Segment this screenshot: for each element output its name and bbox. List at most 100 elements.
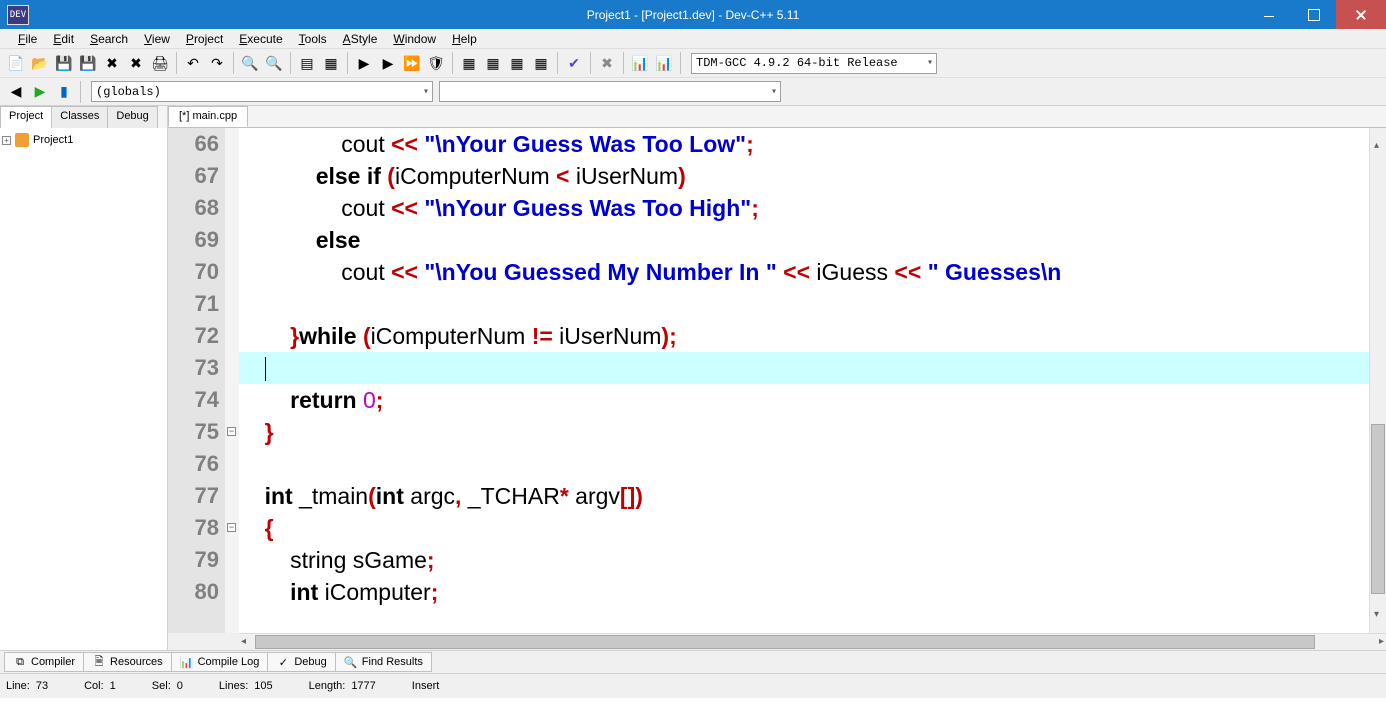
sidebar-tab-debug[interactable]: Debug <box>107 106 157 128</box>
fold-column: −− <box>225 128 239 633</box>
debug-check-icon[interactable]: ✔ <box>563 52 585 74</box>
menu-bar: FileEditSearchViewProjectExecuteToolsASt… <box>0 29 1386 49</box>
compile-run-icon[interactable]: ⏩ <box>401 52 423 74</box>
menu-astyle[interactable]: AStyle <box>335 30 386 48</box>
horizontal-scrollbar[interactable] <box>239 633 1386 650</box>
grid3-icon[interactable]: ▦ <box>506 52 528 74</box>
output-tab-compiler[interactable]: ⧉Compiler <box>4 652 84 672</box>
code-line[interactable]: cout << "\nYou Guessed My Number In " <<… <box>239 256 1369 288</box>
tree-root[interactable]: + Project1 <box>2 132 165 148</box>
replace-icon[interactable]: 🔍 <box>263 52 285 74</box>
menu-edit[interactable]: Edit <box>45 30 82 48</box>
tab-label: Resources <box>110 656 163 668</box>
toolbar-separator <box>590 52 591 74</box>
toolbar-main: 📄 📂 💾 💾 ✖ ✖ 🖨 ↶ ↷ 🔍 🔍 ▤ ▦ ▶ ▶ ⏩ 🛡 ▦ ▦ ▦ … <box>0 49 1386 78</box>
hscroll-row <box>168 633 1386 650</box>
compiler-select[interactable]: TDM-GCC 4.9.2 64-bit Release <box>691 53 937 74</box>
minimize-button[interactable] <box>1246 0 1291 29</box>
goto-bookmark-icon[interactable]: ▦ <box>320 52 342 74</box>
find-icon[interactable]: 🔍 <box>239 52 261 74</box>
code-line[interactable]: int iComputer; <box>239 576 1369 608</box>
close-file-icon[interactable]: ✖ <box>101 52 123 74</box>
menu-help[interactable]: Help <box>444 30 485 48</box>
code-line[interactable] <box>239 288 1369 320</box>
print-icon[interactable]: 🖨 <box>149 52 171 74</box>
menu-window[interactable]: Window <box>385 30 444 48</box>
editor: [*] main.cpp 666768697071727374757677787… <box>168 106 1386 650</box>
hscroll-pad <box>168 633 239 650</box>
fold-icon[interactable]: − <box>227 427 236 436</box>
compile-icon[interactable]: ▶ <box>353 52 375 74</box>
close-button[interactable] <box>1336 0 1386 29</box>
code-line[interactable]: { <box>239 512 1369 544</box>
project-tree[interactable]: + Project1 <box>0 128 167 650</box>
code-line[interactable]: else if (iComputerNum < iUserNum) <box>239 160 1369 192</box>
member-select[interactable] <box>439 81 781 102</box>
code-content[interactable]: cout << "\nYour Guess Was Too Low"; else… <box>239 128 1369 633</box>
menu-view[interactable]: View <box>136 30 178 48</box>
maximize-button[interactable] <box>1291 0 1336 29</box>
sidebar-tabs: ProjectClassesDebug <box>0 106 167 128</box>
output-tab-resources[interactable]: 🗎 Resources <box>83 652 172 672</box>
menu-tools[interactable]: Tools <box>291 30 335 48</box>
menu-file[interactable]: File <box>10 30 45 48</box>
menu-search[interactable]: Search <box>82 30 136 48</box>
delete-profile-icon[interactable]: 📊 <box>653 52 675 74</box>
undo-icon[interactable]: ↶ <box>182 52 204 74</box>
code-line[interactable]: int _tmain(int argc, _TCHAR* argv[]) <box>239 480 1369 512</box>
code-line[interactable]: } <box>239 416 1369 448</box>
scroll-thumb[interactable] <box>255 635 1315 649</box>
open-icon[interactable]: 📂 <box>29 52 51 74</box>
nav-back-icon[interactable]: ◀ <box>5 81 27 103</box>
toggle-bookmark-icon[interactable]: ▤ <box>296 52 318 74</box>
output-tabs: ⧉Compiler 🗎 Resources 📊Compile Log✓Debug🔍Fi… <box>0 650 1386 673</box>
code-line[interactable]: cout << "\nYour Guess Was Too High"; <box>239 192 1369 224</box>
code-line[interactable] <box>239 448 1369 480</box>
scroll-thumb[interactable] <box>1371 424 1385 594</box>
code-line[interactable]: else <box>239 224 1369 256</box>
status-sel: Sel:0 <box>152 680 183 692</box>
grid4-icon[interactable]: ▦ <box>530 52 552 74</box>
run-icon[interactable]: ▶ <box>377 52 399 74</box>
output-tab-find-results[interactable]: 🔍Find Results <box>335 652 432 672</box>
save-all-icon[interactable]: 💾 <box>77 52 99 74</box>
code-line[interactable] <box>239 352 1369 384</box>
code-line[interactable]: cout << "\nYour Guess Was Too Low"; <box>239 128 1369 160</box>
text-cursor <box>265 357 266 381</box>
code-line[interactable]: }while (iComputerNum != iUserNum); <box>239 320 1369 352</box>
title-bar: DEV Project1 - [Project1.dev] - Dev-C++ … <box>0 0 1386 29</box>
status-line: Line:73 <box>6 680 48 692</box>
grid2-icon[interactable]: ▦ <box>482 52 504 74</box>
nav-fwd-icon[interactable]: ▶ <box>29 81 51 103</box>
rebuild-icon[interactable]: 🛡 <box>425 52 447 74</box>
menu-project[interactable]: Project <box>178 30 231 48</box>
status-col: Col:1 <box>84 680 116 692</box>
toolbar-separator <box>80 81 81 103</box>
output-tab-compile-log[interactable]: 📊Compile Log <box>171 652 269 672</box>
output-tab-debug[interactable]: ✓Debug <box>267 652 335 672</box>
menu-execute[interactable]: Execute <box>231 30 290 48</box>
save-icon[interactable]: 💾 <box>53 52 75 74</box>
fold-icon[interactable]: − <box>227 523 236 532</box>
sidebar-tab-classes[interactable]: Classes <box>51 106 108 128</box>
tab-icon: 🗎 <box>92 655 106 669</box>
code-editor[interactable]: 666768697071727374757677787980 −− cout <… <box>168 128 1386 633</box>
expand-icon[interactable]: + <box>2 136 11 145</box>
grid-icon[interactable]: ▦ <box>458 52 480 74</box>
window-title: Project1 - [Project1.dev] - Dev-C++ 5.11 <box>0 8 1386 22</box>
vertical-scrollbar[interactable] <box>1369 128 1386 633</box>
nav-bookmark-icon[interactable]: ▮ <box>53 81 75 103</box>
redo-icon[interactable]: ↷ <box>206 52 228 74</box>
code-line[interactable]: return 0; <box>239 384 1369 416</box>
project-icon <box>15 133 29 147</box>
file-tab[interactable]: [*] main.cpp <box>168 106 248 127</box>
toolbar-separator <box>290 52 291 74</box>
tab-icon: 🔍 <box>344 655 358 669</box>
stop-icon[interactable]: ✖ <box>596 52 618 74</box>
sidebar-tab-project[interactable]: Project <box>0 106 52 128</box>
scope-select[interactable]: (globals) <box>91 81 433 102</box>
close-all-icon[interactable]: ✖ <box>125 52 147 74</box>
code-line[interactable]: string sGame; <box>239 544 1369 576</box>
new-file-icon[interactable]: 📄 <box>5 52 27 74</box>
profile-icon[interactable]: 📊 <box>629 52 651 74</box>
